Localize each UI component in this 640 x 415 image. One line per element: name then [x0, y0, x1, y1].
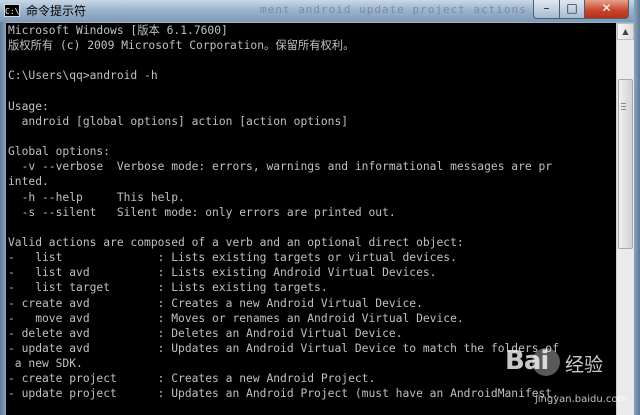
- command-prompt-window: C:\ 命令提示符 ment android update project ac…: [0, 0, 640, 415]
- console-line: - delete avd : Deletes an Android Virtua…: [8, 326, 403, 340]
- console-line: inted.: [8, 175, 49, 189]
- console-line: -s --silent Silent mode: only errors are…: [8, 205, 396, 219]
- baidu-jingyan-watermark: Bai 经验 jingyan.baidu.com: [505, 340, 635, 415]
- console-line: Global options:: [8, 145, 111, 159]
- console-line: 版权所有 (c) 2009 Microsoft Corporation。保留所有…: [8, 39, 355, 53]
- minimize-button[interactable]: –: [533, 0, 560, 19]
- window-title: 命令提示符: [26, 4, 87, 18]
- watermark-url: jingyan.baidu.com: [535, 394, 628, 405]
- console-line: Microsoft Windows [版本 6.1.7600]: [8, 24, 228, 37]
- console-line: android [global options] action [action …: [8, 114, 349, 128]
- scrollbar-grip-icon: [621, 103, 626, 104]
- console-line: -h --help This help.: [8, 190, 185, 204]
- watermark-suffix: 经验: [565, 354, 604, 376]
- console-line: - list avd : Lists existing Android Virt…: [8, 266, 437, 280]
- console-line: - move avd : Moves or renames an Android…: [8, 311, 464, 325]
- console-line: C:\Users\qq>android -h: [8, 69, 158, 83]
- cmd-icon: C:\: [4, 4, 20, 17]
- console-line: - list : Lists existing targets or virtu…: [8, 251, 457, 265]
- console-line: -v --verbose Verbose mode: errors, warni…: [8, 160, 553, 174]
- background-window-text: ment android update project actions ...: [260, 3, 558, 16]
- maximize-button[interactable]: □: [559, 0, 585, 19]
- watermark-logo: Bai: [505, 346, 549, 376]
- title-bar[interactable]: C:\ 命令提示符 ment android update project ac…: [0, 0, 640, 22]
- close-button[interactable]: ✕: [584, 0, 629, 19]
- console-line: - create avd : Creates a new Android Vir…: [8, 296, 423, 310]
- console-line: Valid actions are composed of a verb and…: [8, 235, 464, 249]
- scrollbar-thumb[interactable]: [618, 79, 633, 249]
- console-line: Usage:: [8, 99, 49, 113]
- console-line: - list target : Lists existing targets.: [8, 281, 328, 295]
- scroll-up-arrow-icon[interactable]: ▲: [617, 23, 634, 40]
